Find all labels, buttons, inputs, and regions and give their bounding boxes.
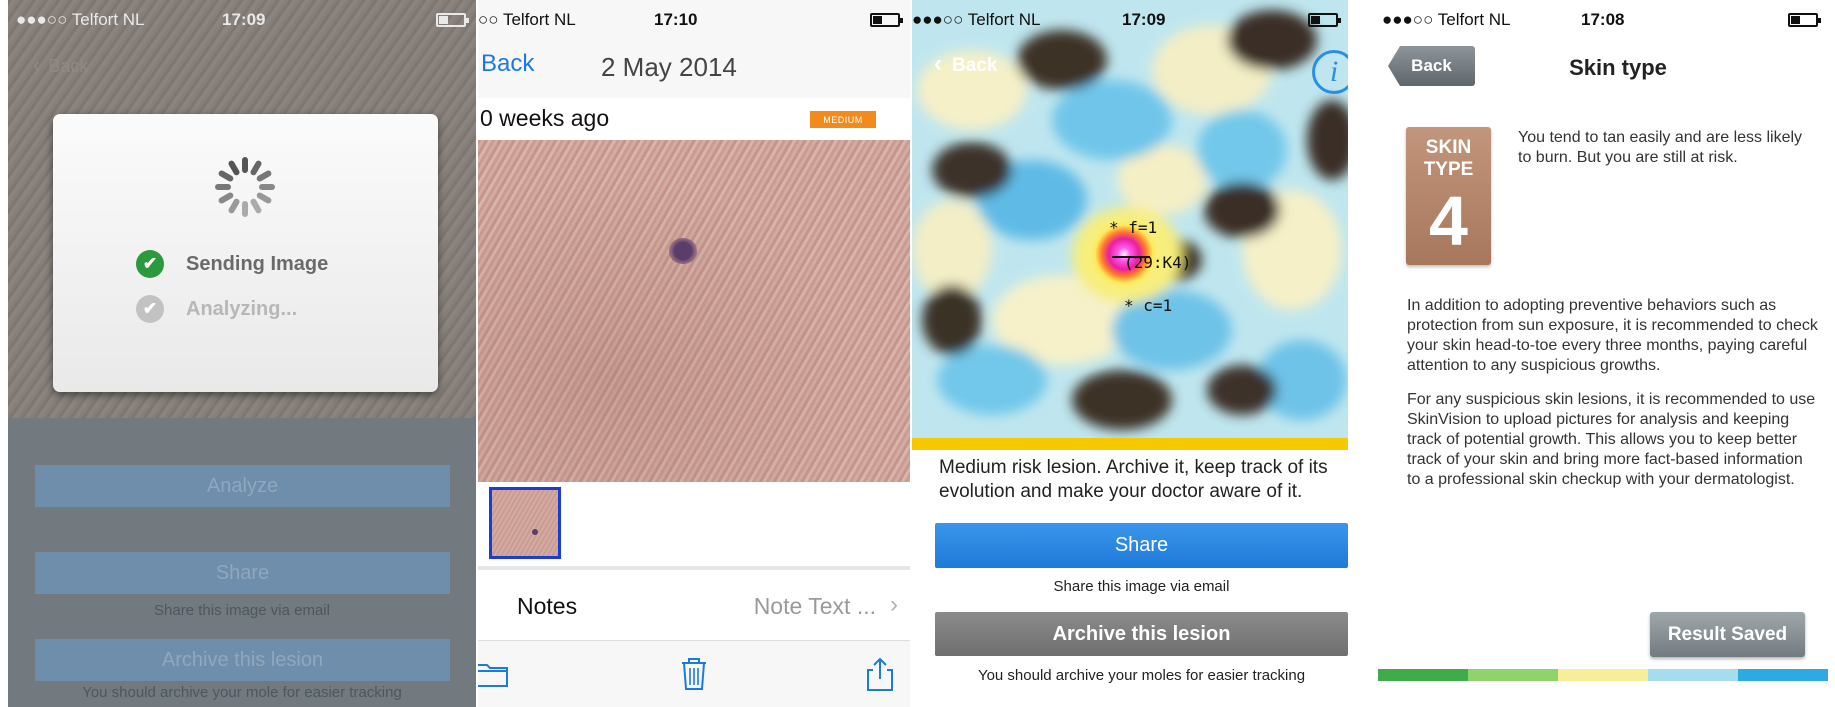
progress-dialog: ✔ Sending Image ✔ Analyzing... <box>53 114 438 392</box>
battery-icon <box>1788 13 1821 27</box>
status-bar: ●●●○○ Telfort NL 17:08 <box>1378 0 1828 40</box>
annotation-c: * c=1 <box>1124 296 1173 315</box>
chevron-right-icon: › <box>890 591 898 618</box>
battery-icon <box>436 13 469 27</box>
carrier-label: ●●●○○ Telfort NL <box>912 10 1041 29</box>
trash-icon[interactable] <box>676 656 712 692</box>
thumbnail-selected[interactable] <box>489 487 561 559</box>
step-sending: ✔ Sending Image <box>136 249 328 279</box>
advice-paragraph-1: In addition to adopting preventive behav… <box>1407 297 1818 374</box>
mole-spot <box>669 238 697 264</box>
result-saved-button[interactable]: Result Saved <box>1650 612 1805 657</box>
page-title: 2 May 2014 <box>601 52 737 82</box>
back-label: Back <box>48 56 89 76</box>
scale-segment <box>1558 669 1648 681</box>
annotation-coord: (29:K4) <box>1124 253 1192 272</box>
bottom-toolbar <box>478 640 910 707</box>
annotation-f: * f=1 <box>1109 218 1158 237</box>
carrier-label: ○○ Telfort NL <box>478 10 576 29</box>
scale-segment <box>1378 669 1468 681</box>
archive-button[interactable]: Archive this lesion <box>35 639 450 681</box>
scale-segment <box>1738 669 1828 681</box>
share-caption: Share this image via email <box>154 602 330 619</box>
archive-caption: You should archive your moles for easier… <box>977 667 1306 684</box>
scale-segment <box>1468 669 1558 681</box>
status-bar: ○○ Telfort NL 17:10 <box>478 0 910 40</box>
info-icon[interactable]: i <box>1312 50 1348 94</box>
skin-type-description: You tend to tan easily and are less like… <box>1518 129 1803 166</box>
screen-lesion-detail: ○○ Telfort NL 17:10 Back 2 May 2014 0 we… <box>478 0 910 707</box>
back-button[interactable]: ‹ Back <box>934 50 997 78</box>
back-button[interactable]: ‹ Back <box>33 52 88 78</box>
scale-segment <box>1648 669 1738 681</box>
step-analyzing: ✔ Analyzing... <box>136 294 297 324</box>
folder-icon[interactable] <box>478 656 510 692</box>
share-caption: Share this image via email <box>1053 578 1230 595</box>
advice-paragraph-2: For any suspicious skin lesions, it is r… <box>1407 391 1816 488</box>
skin-type-number: 4 <box>1429 182 1468 260</box>
back-button[interactable]: Back <box>481 50 534 78</box>
share-button[interactable]: Share <box>935 523 1348 568</box>
clock: 17:10 <box>654 10 698 29</box>
skin-type-badge: SKIN TYPE 4 <box>1406 127 1491 265</box>
share-icon[interactable] <box>862 656 898 692</box>
status-bar: ●●●○○ Telfort NL 17:09 <box>912 0 1348 40</box>
step-label: Sending Image <box>186 252 329 275</box>
risk-level-bar <box>912 438 1348 450</box>
check-circle-icon: ✔ <box>136 250 164 278</box>
risk-message: Medium risk lesion. Archive it, keep tra… <box>939 457 1328 502</box>
lesion-photo[interactable] <box>478 140 910 482</box>
notes-label: Notes <box>517 593 578 619</box>
skin-type-label: SKIN TYPE <box>1423 137 1474 180</box>
notes-value: Note Text ... <box>753 593 876 619</box>
analyze-button[interactable]: Analyze <box>35 465 450 507</box>
back-label: Back <box>952 55 998 76</box>
archive-caption: You should archive your mole for easier … <box>82 684 402 701</box>
thumbnail-strip <box>478 482 910 570</box>
carrier-label: ●●●○○ Telfort NL <box>1382 10 1511 29</box>
loading-spinner-icon <box>215 157 275 217</box>
share-button[interactable]: Share <box>35 552 450 594</box>
screen-sending-image: ●●●○○ Telfort NL 17:09 ‹ Back ✔ Sending … <box>8 0 476 707</box>
chevron-left-icon: ‹ <box>934 50 942 77</box>
screen-analysis-result: ●●●○○ Telfort NL 17:09 ‹ Back i * f=1 (29… <box>912 0 1348 707</box>
clock: 17:09 <box>1122 10 1166 29</box>
carrier-label: ●●●○○ Telfort NL <box>16 10 145 29</box>
screen-skin-type: ●●●○○ Telfort NL 17:08 Back Skin type SK… <box>1378 0 1828 707</box>
battery-icon <box>870 13 903 27</box>
notes-row[interactable]: Notes Note Text ... › <box>478 575 910 635</box>
clock: 17:08 <box>1581 10 1625 29</box>
status-bar: ●●●○○ Telfort NL 17:09 <box>8 0 476 40</box>
chevron-left-icon: ‹ <box>33 52 41 77</box>
check-circle-icon: ✔ <box>136 295 164 323</box>
clock: 17:09 <box>222 10 266 29</box>
risk-color-scale <box>1378 669 1828 681</box>
photo-age: 0 weeks ago <box>480 105 610 131</box>
archive-button[interactable]: Archive this lesion <box>935 612 1348 656</box>
step-label: Analyzing... <box>186 297 298 320</box>
risk-badge: MEDIUM <box>810 111 876 128</box>
page-title: Skin type <box>1569 55 1667 80</box>
battery-icon <box>1308 13 1341 27</box>
